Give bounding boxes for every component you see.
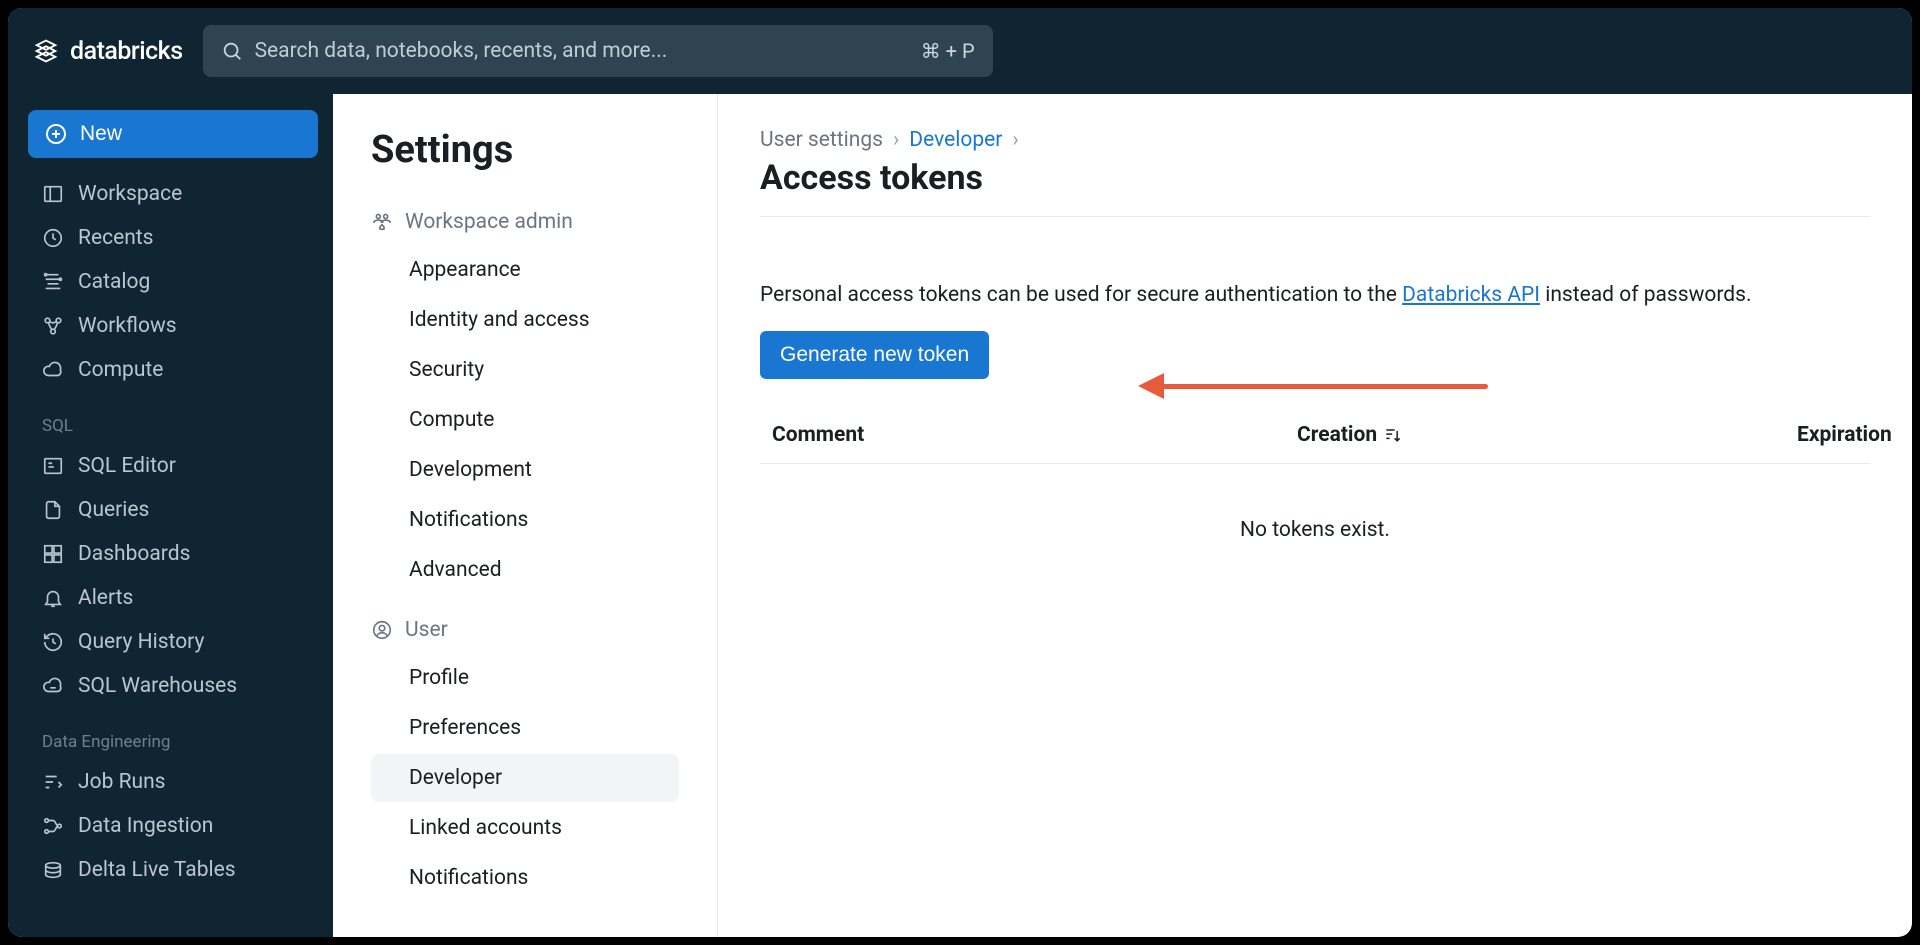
ingestion-icon xyxy=(42,815,64,837)
sidebar-item-label: Delta Live Tables xyxy=(78,858,236,882)
settings-group-admin: Workspace admin xyxy=(371,200,679,244)
settings-item-compute[interactable]: Compute xyxy=(371,396,679,444)
settings-item-preferences[interactable]: Preferences xyxy=(371,704,679,752)
sidebar-item-compute[interactable]: Compute xyxy=(28,348,313,392)
settings-item-developer[interactable]: Developer xyxy=(371,754,679,802)
table-header: Comment Creation Expiration xyxy=(760,407,1870,464)
column-creation[interactable]: Creation xyxy=(1297,423,1797,447)
sidebar-item-label: Data Ingestion xyxy=(78,814,213,838)
breadcrumb-developer[interactable]: Developer xyxy=(909,128,1002,152)
annotation-arrow xyxy=(1118,374,1488,398)
tokens-table: Comment Creation Expiration No tokens ex… xyxy=(760,407,1870,596)
settings-item-advanced[interactable]: Advanced xyxy=(371,546,679,594)
section-label-sql: SQL xyxy=(28,392,313,444)
search-shortcut: ⌘ + P xyxy=(921,39,975,63)
settings-item-security[interactable]: Security xyxy=(371,346,679,394)
sidebar-item-label: SQL Editor xyxy=(78,454,176,478)
queries-icon xyxy=(42,499,64,521)
catalog-icon xyxy=(42,271,64,293)
breadcrumb: User settings › Developer › xyxy=(760,128,1870,152)
sidebar-item-catalog[interactable]: Catalog xyxy=(28,260,313,304)
settings-group-user: User xyxy=(371,608,679,652)
description: Personal access tokens can be used for s… xyxy=(760,283,1870,307)
sidebar-item-label: Catalog xyxy=(78,270,150,294)
sidebar-item-label: Job Runs xyxy=(78,770,166,794)
sidebar-item-sql-warehouses[interactable]: SQL Warehouses xyxy=(28,664,313,708)
brand-text: databricks xyxy=(70,37,183,66)
sidebar-item-label: Queries xyxy=(78,498,149,522)
history-icon xyxy=(42,631,64,653)
left-sidebar: New Workspace Recents Catalog Workflows … xyxy=(8,94,333,937)
job-runs-icon xyxy=(42,771,64,793)
workflows-icon xyxy=(42,315,64,337)
settings-group-label: Workspace admin xyxy=(405,210,573,234)
search-placeholder: Search data, notebooks, recents, and mor… xyxy=(255,39,909,63)
sidebar-item-workflows[interactable]: Workflows xyxy=(28,304,313,348)
dashboards-icon xyxy=(42,543,64,565)
sidebar-item-label: Recents xyxy=(78,226,154,250)
workspace-icon xyxy=(42,183,64,205)
sort-desc-icon xyxy=(1383,425,1403,445)
column-expiration[interactable]: Expiration xyxy=(1797,423,1892,447)
chevron-right-icon: › xyxy=(1012,128,1018,152)
sidebar-item-data-ingestion[interactable]: Data Ingestion xyxy=(28,804,313,848)
divider xyxy=(760,216,1870,217)
clock-icon xyxy=(42,227,64,249)
column-comment[interactable]: Comment xyxy=(772,423,1297,447)
settings-panel: Settings Workspace admin Appearance Iden… xyxy=(333,94,718,937)
empty-state: No tokens exist. xyxy=(760,464,1870,596)
plus-circle-icon xyxy=(44,122,68,146)
dlt-icon xyxy=(42,859,64,881)
sidebar-item-sql-editor[interactable]: SQL Editor xyxy=(28,444,313,488)
settings-item-notifications-user[interactable]: Notifications xyxy=(371,854,679,902)
settings-item-appearance[interactable]: Appearance xyxy=(371,246,679,294)
settings-item-identity[interactable]: Identity and access xyxy=(371,296,679,344)
sidebar-item-delta-live-tables[interactable]: Delta Live Tables xyxy=(28,848,313,892)
description-text: instead of passwords. xyxy=(1540,283,1752,307)
sidebar-item-label: Workspace xyxy=(78,182,182,206)
brand-logo[interactable]: databricks xyxy=(32,37,183,66)
search-icon xyxy=(221,40,243,62)
settings-item-linked-accounts[interactable]: Linked accounts xyxy=(371,804,679,852)
sidebar-item-job-runs[interactable]: Job Runs xyxy=(28,760,313,804)
column-label: Creation xyxy=(1297,423,1377,447)
global-search[interactable]: Search data, notebooks, recents, and mor… xyxy=(203,25,993,77)
settings-group-label: User xyxy=(405,618,448,642)
settings-item-notifications-admin[interactable]: Notifications xyxy=(371,496,679,544)
sidebar-item-dashboards[interactable]: Dashboards xyxy=(28,532,313,576)
chevron-right-icon: › xyxy=(893,128,899,152)
sidebar-item-query-history[interactable]: Query History xyxy=(28,620,313,664)
user-icon xyxy=(371,619,393,641)
warehouse-icon xyxy=(42,675,64,697)
description-text: Personal access tokens can be used for s… xyxy=(760,283,1402,307)
sidebar-item-label: Compute xyxy=(78,358,163,382)
sidebar-item-queries[interactable]: Queries xyxy=(28,488,313,532)
databricks-icon xyxy=(32,37,60,65)
generate-token-button[interactable]: Generate new token xyxy=(760,331,989,379)
admin-icon xyxy=(371,211,393,233)
page-title: Access tokens xyxy=(760,158,1870,198)
sidebar-item-recents[interactable]: Recents xyxy=(28,216,313,260)
cloud-icon xyxy=(42,359,64,381)
topbar: databricks Search data, notebooks, recen… xyxy=(8,8,1912,94)
sql-editor-icon xyxy=(42,455,64,477)
sidebar-item-label: SQL Warehouses xyxy=(78,674,237,698)
sidebar-item-label: Alerts xyxy=(78,586,133,610)
main-content: User settings › Developer › Access token… xyxy=(718,94,1912,937)
sidebar-item-alerts[interactable]: Alerts xyxy=(28,576,313,620)
new-label: New xyxy=(80,122,122,146)
sidebar-item-label: Dashboards xyxy=(78,542,190,566)
settings-item-profile[interactable]: Profile xyxy=(371,654,679,702)
sidebar-item-label: Query History xyxy=(78,630,204,654)
sidebar-item-label: Workflows xyxy=(78,314,177,338)
breadcrumb-root[interactable]: User settings xyxy=(760,128,883,152)
section-label-de: Data Engineering xyxy=(28,708,313,760)
bell-icon xyxy=(42,587,64,609)
settings-title: Settings xyxy=(371,128,679,172)
databricks-api-link[interactable]: Databricks API xyxy=(1402,283,1540,307)
sidebar-item-workspace[interactable]: Workspace xyxy=(28,172,313,216)
new-button[interactable]: New xyxy=(28,110,318,158)
settings-item-development[interactable]: Development xyxy=(371,446,679,494)
